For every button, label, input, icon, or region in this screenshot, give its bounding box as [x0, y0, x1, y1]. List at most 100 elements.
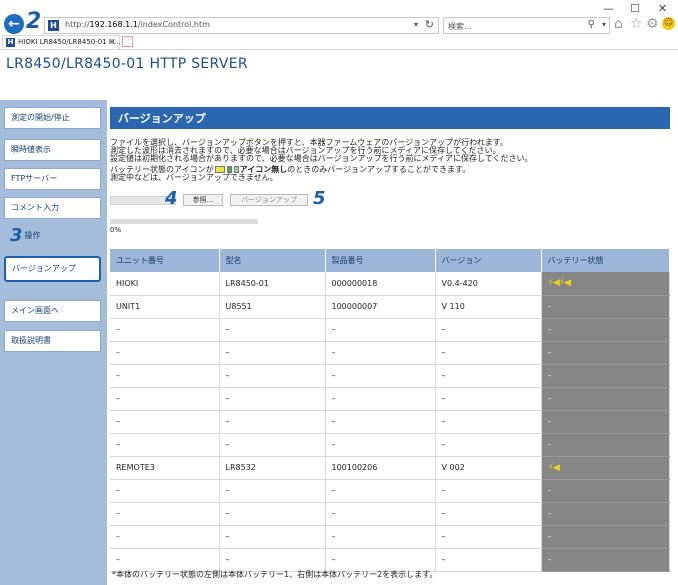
table-cell: –: [110, 479, 220, 503]
search-dropdown-icon[interactable]: ▾: [602, 20, 606, 29]
table-cell: –: [110, 341, 220, 365]
url-host: 192.168.1.1: [89, 20, 138, 29]
tab-title: HIOKI LR8450/LR8450-01 H...: [18, 38, 121, 46]
sidebar-section-operation: 3 操作: [4, 226, 101, 248]
table-cell: U8551: [219, 295, 326, 319]
table-cell: 100000007: [325, 295, 436, 319]
sidebar-item-ftp-server[interactable]: FTPサーバー: [4, 168, 101, 190]
browser-tab[interactable]: H HIOKI LR8450/LR8450-01 H... ×: [2, 35, 121, 49]
close-icon[interactable]: ✕: [658, 2, 667, 15]
tab-favicon-icon: H: [6, 38, 15, 47]
progress-percent-label: 0%: [110, 226, 122, 234]
table-cell: –: [325, 387, 436, 411]
table-row: – – – – –: [110, 548, 670, 572]
table-cell: –: [110, 548, 220, 572]
table-row: – – – – –: [110, 318, 670, 342]
table-cell: –: [435, 502, 542, 526]
sidebar-item-instant-values[interactable]: 瞬時値表示: [4, 139, 101, 161]
table-cell: –: [435, 318, 542, 342]
search-icon[interactable]: ⚲: [588, 19, 595, 30]
table-cell: –: [325, 479, 436, 503]
column-header: 製品番号: [325, 249, 436, 272]
table-row: – – – – –: [110, 364, 670, 388]
home-icon[interactable]: ⌂: [614, 16, 623, 32]
callout-number-5: 5: [313, 188, 326, 209]
table-cell: –: [219, 525, 326, 549]
column-header: 型名: [219, 249, 326, 272]
search-placeholder: 検索...: [448, 22, 472, 31]
table-cell: –: [325, 341, 436, 365]
table-cell: –: [219, 341, 326, 365]
table-cell: LR8532: [219, 456, 326, 480]
battery-status-cell: –: [541, 341, 670, 365]
ac-plug-icon: ⚡◀: [547, 462, 560, 473]
table-row: – – – – –: [110, 502, 670, 526]
table-cell: –: [325, 410, 436, 434]
table-cell: –: [435, 364, 542, 388]
table-cell: –: [435, 479, 542, 503]
tab-close-icon[interactable]: ×: [109, 37, 116, 46]
address-bar[interactable]: H http://192.168.1.1/indexControl.htm ▾ …: [44, 17, 439, 34]
table-row: – – – – –: [110, 387, 670, 411]
content-title: バージョンアップ: [118, 112, 206, 125]
gear-icon[interactable]: ⚙: [646, 16, 659, 32]
table-cell: UNIT1: [110, 295, 220, 319]
description-line: 設定値は初期化される場合がありますので、必要な場合はバージョンアップを行う前にメ…: [110, 154, 533, 163]
battery-low-icon: [233, 166, 239, 173]
table-cell: –: [110, 410, 220, 434]
battery-status-cell: ⚡◀⚡◀: [541, 272, 670, 296]
url-path: /indexControl.htm: [137, 20, 210, 29]
back-arrow-icon[interactable]: ←: [4, 14, 24, 34]
sidebar-item-start-stop[interactable]: 測定の開始/停止: [4, 107, 101, 129]
table-cell: –: [435, 410, 542, 434]
table-cell: V 002: [435, 456, 542, 480]
new-tab-icon[interactable]: [122, 36, 133, 47]
sidebar-item-manual[interactable]: 取扱説明書: [4, 330, 101, 352]
table-cell: –: [219, 479, 326, 503]
sidebar-section-label: 操作: [24, 231, 41, 240]
table-cell: –: [110, 387, 220, 411]
minimize-icon[interactable]: —: [603, 2, 614, 15]
battery-note-suffix: のときのみバージョンアップすることができます。: [287, 165, 471, 174]
table-cell: –: [435, 387, 542, 411]
battery-status-cell: –: [541, 502, 670, 526]
sidebar-item-main-screen[interactable]: メイン画面へ: [4, 300, 101, 322]
table-cell: –: [435, 341, 542, 365]
unit-table: ユニット番号 型名 製品番号 バージョン バッテリー状態 HIOKI LR8450-01 0…: [110, 249, 670, 572]
sidebar-item-comment-input[interactable]: コメント入力: [4, 197, 101, 219]
address-dropdown-icon[interactable]: ▾: [414, 20, 418, 29]
table-cell: –: [325, 433, 436, 457]
sidebar-item-version-up[interactable]: バージョンアップ: [4, 256, 101, 282]
table-row: – – – – –: [110, 433, 670, 457]
callout-number-4: 4: [165, 188, 178, 209]
maximize-icon[interactable]: ☐: [630, 2, 640, 15]
description-line: 測定中などは、バージョンアップできません。: [110, 173, 278, 182]
column-header: ユニット番号: [110, 249, 220, 272]
search-input[interactable]: 検索... ⚲ ▾: [443, 17, 610, 34]
star-icon[interactable]: ☆: [630, 16, 643, 32]
battery-status-cell: –: [541, 318, 670, 342]
table-row: – – – – –: [110, 525, 670, 549]
table-row: – – – – –: [110, 410, 670, 434]
ac-plug-icon: ⚡◀: [547, 278, 560, 289]
column-header: バージョン: [435, 249, 542, 272]
table-cell: –: [219, 364, 326, 388]
feedback-smiley-icon[interactable]: ☺: [662, 17, 675, 30]
address-url[interactable]: http://192.168.1.1/indexControl.htm: [65, 20, 210, 29]
table-cell: –: [219, 387, 326, 411]
progress-bar: [110, 219, 258, 224]
table-body: HIOKI LR8450-01 000000018 V0.4-420 ⚡◀⚡◀ UNIT1…: [110, 272, 670, 572]
table-header-row: ユニット番号 型名 製品番号 バージョン バッテリー状態: [110, 249, 670, 272]
callout-number-3: 3: [10, 225, 23, 246]
refresh-icon[interactable]: ↻: [425, 18, 434, 31]
browse-button[interactable]: 参照...: [183, 194, 223, 206]
battery-status-cell: –: [541, 433, 670, 457]
version-up-button[interactable]: バージョンアップ: [230, 194, 308, 206]
table-cell: –: [435, 548, 542, 572]
table-cell: REMOTE3: [110, 456, 220, 480]
site-favicon-icon: H: [48, 20, 59, 31]
table-cell: –: [325, 318, 436, 342]
url-prefix: http://: [65, 20, 90, 29]
table-cell: –: [325, 525, 436, 549]
table-cell: LR8450-01: [219, 272, 326, 296]
